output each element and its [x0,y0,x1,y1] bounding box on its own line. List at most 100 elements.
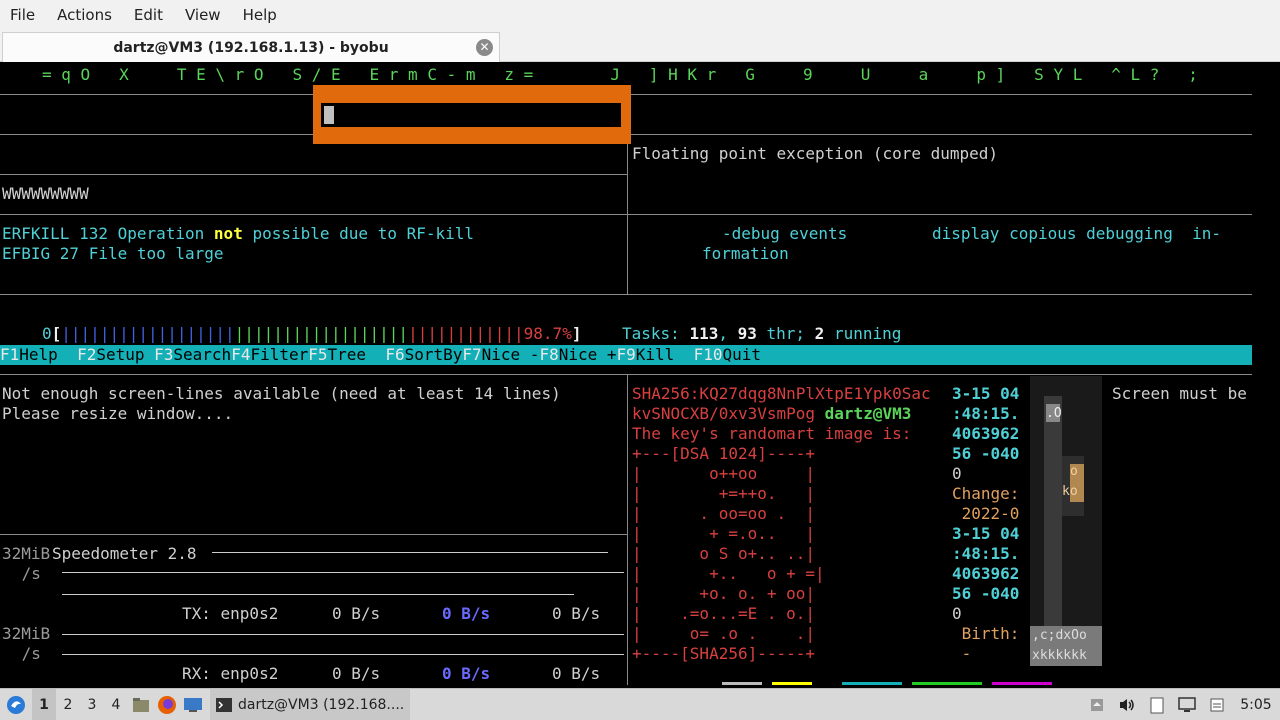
divider [0,214,1252,215]
stat-line: :48:15. [952,404,1020,423]
taskbar-window-terminal[interactable]: dartz@VM3 (192.168.... [210,688,410,720]
menu-edit[interactable]: Edit [123,6,174,24]
efbig-line: EFBIG 27 File too large [2,244,224,264]
fkey-help[interactable]: Help [19,345,78,365]
fkey: F7 [462,345,482,364]
tx-value-1: 0 B/s [332,604,381,623]
taskbar: 1 2 3 4 dartz@VM3 (192.168.... 5:05 [0,688,1280,720]
fkey: F5 [308,345,328,364]
graph-line [62,634,624,635]
graph-line [62,572,624,573]
fkey: F10 [693,345,723,364]
erfkill-not: not [213,224,243,243]
stat-line: 0 [952,464,962,483]
screen-must-text: Screen must be [1112,384,1247,403]
clock[interactable]: 5:05 [1232,697,1280,713]
divider [0,534,627,535]
graph-line [62,594,574,595]
workspace-3[interactable]: 3 [80,697,104,713]
menu-view[interactable]: View [174,6,232,24]
efbig-msg: File too large [88,244,224,263]
stat-line: 0 [952,604,962,623]
running-count: 2 [814,324,825,343]
fkey: F3 [154,345,174,364]
fkey-quit[interactable]: Quit [722,345,761,365]
debug-option: -debug events [722,224,848,243]
cpu-percent: 98.7% [523,324,572,343]
fkey-tree[interactable]: Tree [327,345,386,365]
volume-icon[interactable] [1112,689,1142,720]
close-tab-icon[interactable]: ✕ [476,39,493,56]
fkey-nice-minus[interactable]: Nice - [481,345,540,365]
menu-file[interactable]: File [0,6,46,24]
fkey-sortby[interactable]: SortBy [404,345,463,365]
status-block [912,682,982,685]
sha-line-2: kvSNOCXB/0xv3VsmPog dartz@VM3 [632,404,911,424]
fkey-search[interactable]: Search [173,345,232,365]
sha-user: dartz@VM3 [824,404,912,423]
ascii-image-pane: .O o ko ,c;dxOo xkkkkkk [1030,376,1102,666]
menu-actions[interactable]: Actions [46,6,123,24]
network-icon[interactable] [1202,689,1232,720]
workspace-2[interactable]: 2 [56,697,80,713]
running-label: running [824,324,902,343]
graph-line [62,654,624,655]
randomart-row: | o= .o . .| [632,624,816,643]
divider [627,134,628,294]
divider [631,94,1252,95]
fkey-setup[interactable]: Setup [96,345,155,365]
tx-label: TX: enp0s2 [182,604,279,623]
dialog-input[interactable] [321,103,621,127]
clipboard-icon[interactable] [1142,689,1172,720]
menu-help[interactable]: Help [232,6,288,24]
fkey-nice-plus[interactable]: Nice + [558,345,617,365]
stat-line: 2022-0 [952,504,1020,523]
randomart-row: | + =.o.. | [632,524,816,543]
workspace-1[interactable]: 1 [32,688,56,720]
fkey: F6 [385,345,405,364]
graph-line [212,552,608,553]
stat-line: 3-15 04 [952,384,1020,403]
eject-icon[interactable] [1082,689,1112,720]
thr-label: thr; [756,324,815,343]
fkey-filter[interactable]: Filter [250,345,309,365]
terminal-tab[interactable]: dartz@VM3 (192.168.1.13) - byobu ✕ [2,32,500,62]
divider [0,174,627,175]
stat-line: 56 -040 [952,444,1020,463]
fkey-kill[interactable]: Kill [635,345,694,365]
art-char: o [1070,464,1078,479]
erfkill-text-a: Operation [117,224,214,243]
firefox-icon[interactable] [154,689,180,720]
per-s-label-1: /s [12,564,41,583]
htop-tasks: Tasks: 113, 93 thr; 2 running [622,324,901,344]
status-block [772,682,812,685]
sha-fragment: kvSNOCXB/0xv3VsmPog [632,404,825,423]
tab-title: dartz@VM3 (192.168.1.13) - byobu [113,39,389,56]
art-char: ,c;dxOo [1032,628,1087,643]
tab-bar: dartz@VM3 (192.168.1.13) - byobu ✕ [0,30,1280,62]
start-menu-icon[interactable] [0,689,32,720]
sep: , [718,324,738,343]
randomart-row: | o S o+.. ..| [632,544,816,563]
debug-desc: display copious debugging in- [932,224,1221,243]
htop-cpu-meter: 0[||||||||||||||||||||||||||||||||||||||… [42,324,582,343]
mib-label-1: 32MiB [2,544,51,563]
stat-line: - [952,644,972,663]
rx-value-3: 0 B/s [552,664,601,683]
fkey: F2 [77,345,97,364]
stat-line: 56 -040 [952,584,1020,603]
file-manager-icon[interactable] [128,689,154,720]
desktop-icon[interactable] [180,689,206,720]
sha-line-1: SHA256:KQ27dqg8NnPlXtpE1Ypk0Sac [632,384,931,403]
stat-label-change: Change: [952,484,1020,503]
rx-value-1: 0 B/s [332,664,381,683]
tasks-label: Tasks: [622,324,690,343]
terminal-area[interactable]: = q O X T E \ r O S / E E r m C - m z = … [0,64,1280,685]
menubar: File Actions Edit View Help [0,0,1280,30]
window-title: dartz@VM3 (192.168.... [238,696,405,713]
workspace-4[interactable]: 4 [104,697,128,713]
speedometer-title: Speedometer 2.8 [52,544,197,563]
display-icon[interactable] [1172,689,1202,720]
stat-line: :48:15. [952,544,1020,563]
erfkill-line: ERFKILL 132 Operation not possible due t… [2,224,474,244]
